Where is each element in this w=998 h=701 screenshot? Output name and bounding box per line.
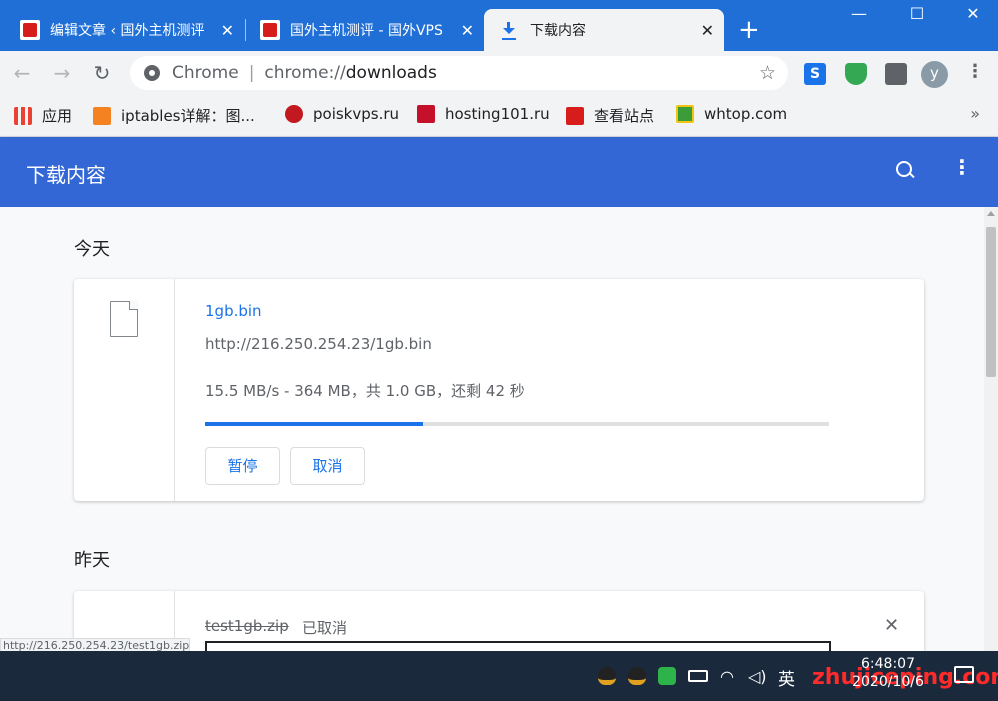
- tab-edit-article[interactable]: 编辑文章 ‹ 国外主机测评 ✕: [0, 9, 244, 51]
- volume-icon[interactable]: ◁): [748, 667, 767, 686]
- wifi-icon[interactable]: ◠: [720, 667, 738, 686]
- scroll-up-arrow-icon[interactable]: [987, 211, 995, 216]
- site-favicon-icon: [566, 106, 584, 125]
- download-icon-base: [502, 38, 516, 40]
- minimize-button[interactable]: —: [836, 4, 882, 23]
- omnibox-url-host: downloads: [345, 63, 437, 83]
- close-icon[interactable]: ✕: [701, 21, 714, 40]
- file-icon: [110, 301, 138, 337]
- bookmark-apps[interactable]: 应用: [14, 105, 72, 126]
- page-scrollbar[interactable]: [984, 207, 998, 651]
- omnibox-separator: |: [248, 63, 255, 83]
- date-heading-yesterday: 昨天: [74, 550, 110, 571]
- downloads-header: 下载内容 ⋮: [0, 137, 998, 207]
- bookmark-star-icon[interactable]: ☆: [759, 62, 776, 84]
- bookmark-hosting101[interactable]: hosting101.ru: [417, 105, 550, 123]
- omnibox-scheme: Chrome: [172, 63, 239, 83]
- new-tab-button[interactable]: +: [738, 17, 760, 43]
- windows-taskbar: ◠ ◁) 英 zhujiceping.com 6:48:07 2020/10/6: [0, 651, 998, 701]
- date-heading-today: 今天: [74, 239, 110, 260]
- bookmark-whtop[interactable]: whtop.com: [676, 105, 787, 123]
- bookmark-label: 查看站点: [594, 107, 655, 125]
- download-progress-bar: [205, 422, 829, 426]
- page-title: 下载内容: [26, 163, 106, 187]
- extension-s-icon[interactable]: S: [804, 63, 826, 85]
- apps-grid-icon: [14, 106, 32, 125]
- tab-host-review[interactable]: 国外主机测评 - 国外VPS ✕: [240, 9, 484, 51]
- cancel-button[interactable]: 取消: [290, 447, 365, 485]
- downloads-list: 今天 1gb.bin http://216.250.254.23/1gb.bin…: [0, 207, 984, 651]
- extensions-puzzle-icon[interactable]: [885, 63, 907, 85]
- tab-title: 下载内容: [530, 23, 586, 39]
- bookmark-label: iptables详解：图...: [121, 107, 255, 125]
- site-favicon-icon: [285, 105, 303, 123]
- search-icon[interactable]: [894, 159, 916, 181]
- chrome-icon: [144, 65, 160, 81]
- more-actions-icon[interactable]: ⋮: [952, 155, 972, 179]
- cancelled-status: 已取消: [302, 619, 348, 637]
- remove-from-list-icon[interactable]: ✕: [884, 615, 899, 636]
- browser-toolbar: ← → ↻ Chrome | chrome://downloads ☆ S y …: [0, 51, 998, 95]
- ime-indicator[interactable]: 英: [778, 665, 795, 690]
- clock-date: 2020/10/6: [852, 674, 924, 690]
- bookmark-label: whtop.com: [704, 105, 788, 123]
- bookmark-poiskvps[interactable]: poiskvps.ru: [285, 105, 399, 123]
- tab-downloads[interactable]: 下载内容 ✕: [484, 9, 724, 51]
- download-status: 15.5 MB/s - 364 MB，共 1.0 GB，还剩 42 秒: [205, 382, 525, 400]
- bookmark-label: 应用: [42, 107, 73, 125]
- qq-tray-icon[interactable]: [628, 667, 646, 685]
- forward-button[interactable]: →: [50, 61, 74, 85]
- tab-strip: 编辑文章 ‹ 国外主机测评 ✕ 国外主机测评 - 国外VPS ✕ 下载内容 ✕ …: [0, 0, 998, 51]
- file-icon-column: [74, 279, 175, 501]
- site-favicon-icon: [417, 105, 435, 123]
- profile-avatar[interactable]: y: [921, 61, 948, 88]
- site-favicon-icon: [93, 106, 111, 125]
- back-button[interactable]: ←: [10, 61, 34, 85]
- close-icon[interactable]: ✕: [221, 21, 234, 40]
- site-favicon-icon: [676, 105, 694, 123]
- tab-title: 国外主机测评 - 国外VPS: [290, 23, 443, 39]
- clock-time: 6:48:07: [861, 656, 915, 672]
- security-tray-icon[interactable]: [658, 667, 676, 685]
- extension-shield-icon[interactable]: [845, 63, 867, 85]
- download-card-active: 1gb.bin http://216.250.254.23/1gb.bin 15…: [74, 279, 924, 501]
- download-url[interactable]: http://216.250.254.23/1gb.bin: [205, 335, 432, 353]
- focus-outline: [205, 641, 831, 651]
- omnibox-url: chrome://downloads: [264, 63, 436, 83]
- download-progress-fill: [205, 422, 424, 426]
- download-icon: [502, 22, 516, 38]
- bookmark-label: poiskvps.ru: [313, 105, 400, 123]
- pause-button[interactable]: 暂停: [205, 447, 280, 485]
- bookmark-iptables[interactable]: iptables详解：图...: [93, 105, 255, 126]
- system-clock[interactable]: 6:48:07 2020/10/6: [848, 655, 928, 691]
- maximize-button[interactable]: ☐: [894, 4, 940, 23]
- download-card-cancelled: test1gb.zip 已取消 ✕: [74, 591, 924, 651]
- scroll-thumb[interactable]: [986, 227, 996, 377]
- browser-menu-icon[interactable]: ⋮: [966, 61, 984, 82]
- bookmark-view-site[interactable]: 查看站点: [566, 105, 654, 126]
- bookmarks-bar: 应用 iptables详解：图... poiskvps.ru hosting10…: [0, 95, 998, 137]
- tab-title: 编辑文章 ‹ 国外主机测评: [50, 23, 205, 39]
- close-icon[interactable]: ✕: [461, 21, 474, 40]
- download-file-name[interactable]: 1gb.bin: [205, 302, 262, 320]
- battery-icon[interactable]: [688, 670, 708, 682]
- site-favicon-icon: [20, 20, 40, 40]
- address-bar[interactable]: Chrome | chrome://downloads ☆: [130, 56, 788, 90]
- reload-button[interactable]: ↻: [90, 61, 114, 85]
- bookmark-label: hosting101.ru: [445, 105, 550, 123]
- bookmarks-more-button[interactable]: »: [970, 104, 980, 123]
- site-favicon-icon: [260, 20, 280, 40]
- window-close-button[interactable]: ✕: [950, 4, 996, 23]
- qq-tray-icon[interactable]: [598, 667, 616, 685]
- omnibox-url-prefix: chrome://: [264, 63, 346, 83]
- cancelled-file-name[interactable]: test1gb.zip: [205, 617, 289, 635]
- notification-center-icon[interactable]: [954, 666, 974, 683]
